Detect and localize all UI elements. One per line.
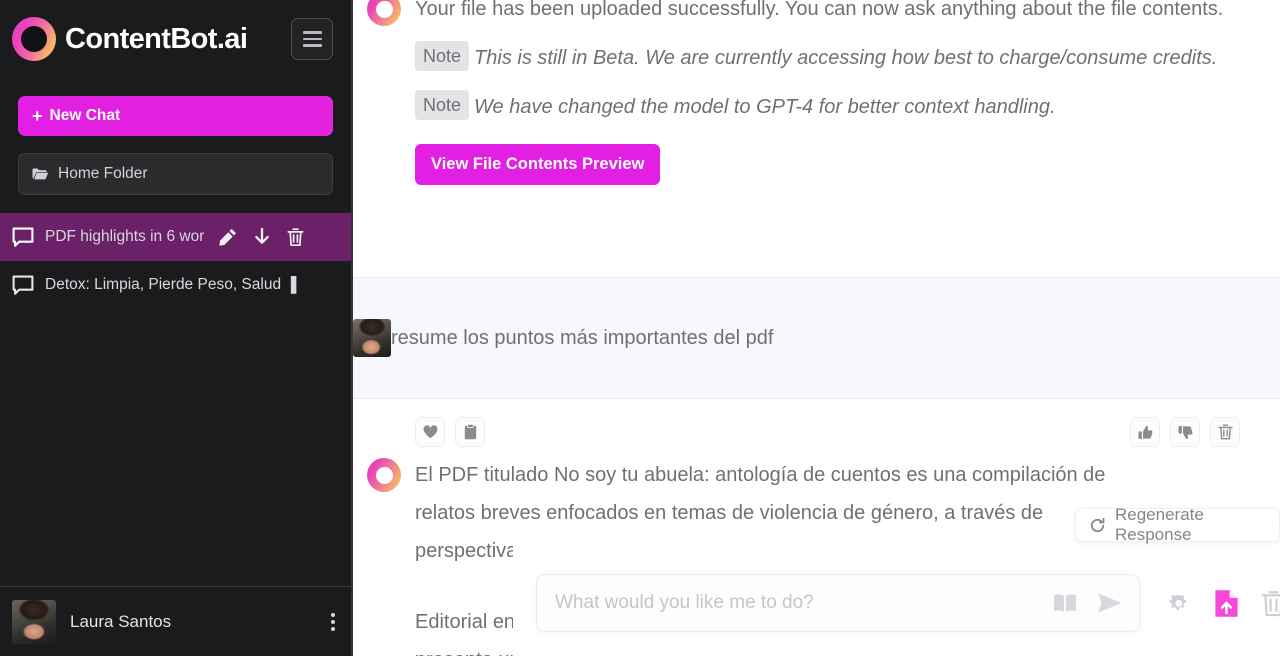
- sidebar: ContentBot.ai + New Chat Home Folder PDF…: [0, 0, 353, 656]
- avatar: [353, 319, 391, 357]
- message-user: resume los puntos más importantes del pd…: [353, 277, 1280, 399]
- user-name: Laura Santos: [70, 611, 172, 631]
- thumbs-up-icon[interactable]: [1130, 417, 1160, 447]
- trash-icon[interactable]: [1210, 417, 1240, 447]
- assistant-avatar-col: [353, 0, 415, 185]
- chat-item-label: Detox: Limpia, Pierde Peso, Salud ▐: [45, 276, 297, 293]
- download-icon[interactable]: [253, 227, 271, 247]
- message-body: Your file has been uploaded successfully…: [415, 0, 1240, 185]
- contentbot-logo-icon: [12, 17, 56, 61]
- view-file-contents-preview-button[interactable]: View File Contents Preview: [415, 144, 661, 185]
- avatar: [12, 599, 56, 644]
- refresh-icon: [1090, 517, 1105, 532]
- note-2: Note We have changed the model to GPT-4 f…: [415, 88, 1240, 126]
- chat-item-actions: [219, 227, 304, 247]
- chat-item-detox[interactable]: Detox: Limpia, Pierde Peso, Salud ▐: [0, 261, 351, 309]
- composer: [536, 568, 1280, 638]
- edit-icon[interactable]: [219, 228, 237, 246]
- send-icon[interactable]: [1097, 592, 1123, 614]
- message-file-uploaded: Your file has been uploaded successfully…: [353, 0, 1280, 185]
- composer-inner-icons: [1053, 592, 1123, 614]
- chat-item-label: PDF highlights in 6 wor: [45, 228, 205, 245]
- chat-main: Your file has been uploaded successfully…: [353, 0, 1280, 656]
- sidebar-header: ContentBot.ai: [0, 0, 351, 68]
- delete-icon[interactable]: [287, 227, 304, 247]
- reaction-buttons-right: [1130, 417, 1240, 447]
- assistant-avatar-col: [353, 456, 415, 570]
- upload-success-text: Your file has been uploaded successfully…: [415, 0, 1224, 20]
- message-reaction-bar: [353, 415, 1280, 449]
- folder-icon: [32, 168, 49, 180]
- chat-bubble-icon: [12, 227, 34, 247]
- note-text: We have changed the model to GPT-4 for b…: [474, 96, 1056, 118]
- file-upload-icon[interactable]: [1213, 588, 1239, 618]
- plus-icon: +: [32, 106, 43, 126]
- heart-icon[interactable]: [415, 417, 445, 447]
- message-thread: Your file has been uploaded successfully…: [353, 0, 1280, 656]
- kebab-menu-icon[interactable]: [331, 612, 335, 631]
- app-root: ContentBot.ai + New Chat Home Folder PDF…: [0, 0, 1280, 656]
- brand-name: ContentBot.ai: [65, 22, 248, 55]
- new-chat-label: New Chat: [49, 107, 121, 124]
- note-tag: Note: [415, 41, 470, 71]
- note-tag: Note: [415, 90, 470, 120]
- reaction-buttons-left: [415, 417, 485, 447]
- composer-input-box[interactable]: [536, 574, 1140, 632]
- thumbs-down-icon[interactable]: [1170, 417, 1200, 447]
- trash-icon[interactable]: [1261, 590, 1280, 617]
- clipboard-icon[interactable]: [455, 417, 485, 447]
- chat-bubble-icon: [12, 275, 34, 295]
- spacer-col: [353, 603, 415, 656]
- assistant-avatar-icon: [367, 0, 401, 26]
- gear-icon[interactable]: [1166, 591, 1191, 616]
- user-avatar-col: [353, 319, 391, 357]
- sidebar-user-bar[interactable]: Laura Santos: [0, 586, 353, 656]
- note-text: This is still in Beta. We are currently …: [474, 47, 1218, 69]
- chat-list: PDF highlights in 6 wor Detox: Limpia, P…: [0, 213, 351, 309]
- regenerate-response-button[interactable]: Regenerate Response: [1075, 505, 1280, 544]
- regenerate-response-label: Regenerate Response: [1114, 505, 1204, 544]
- chat-item-pdf-highlights[interactable]: PDF highlights in 6 wor: [0, 213, 351, 261]
- note-1: Note This is still in Beta. We are curren…: [415, 39, 1240, 77]
- hamburger-icon[interactable]: [291, 18, 333, 60]
- book-icon[interactable]: [1053, 593, 1077, 613]
- chat-input[interactable]: [555, 592, 1041, 614]
- user-message-text: resume los puntos más importantes del pd…: [391, 327, 774, 349]
- assistant-avatar-icon: [367, 458, 401, 492]
- composer-outer-icons: [1166, 588, 1280, 618]
- home-folder-label: Home Folder: [58, 165, 148, 182]
- home-folder-item[interactable]: Home Folder: [18, 153, 333, 195]
- new-chat-button[interactable]: + New Chat: [18, 96, 333, 136]
